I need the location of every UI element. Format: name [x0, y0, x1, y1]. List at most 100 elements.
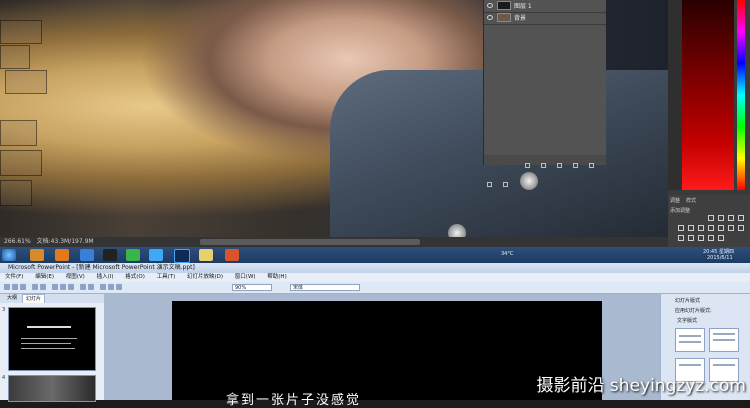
zoom-select[interactable]: 90% [232, 284, 272, 291]
menu-insert[interactable]: 插入(I) [97, 274, 114, 280]
slide-number: 4 [2, 375, 6, 381]
layers-footer [484, 155, 606, 187]
table-icon[interactable] [108, 284, 114, 290]
brick [0, 45, 30, 69]
save-icon[interactable] [20, 284, 26, 290]
system-tray: 34°C 20:45 星期四 2015/6/11 [455, 247, 750, 263]
link-icon[interactable] [525, 163, 530, 168]
app-icon[interactable] [149, 249, 163, 261]
exposure-icon[interactable] [738, 215, 744, 221]
menu-view[interactable]: 视图(V) [66, 274, 85, 280]
new-icon[interactable] [4, 284, 10, 290]
layout-thumbnail[interactable] [709, 328, 739, 352]
tab-adjustments[interactable]: 调整 [670, 197, 680, 204]
clock-date[interactable]: 2015/6/11 [707, 255, 733, 261]
menu-tools[interactable]: 工具(T) [157, 274, 176, 280]
app-icon[interactable] [30, 249, 44, 261]
hue-slider[interactable] [737, 0, 745, 190]
task-pane-title: 幻灯片版式 [675, 298, 701, 304]
eye-icon[interactable] [487, 15, 493, 20]
menu-file[interactable]: 文件(F) [5, 274, 23, 280]
color-field[interactable] [682, 0, 734, 190]
menu-window[interactable]: 窗口(W) [235, 274, 256, 280]
grid-icon[interactable] [116, 284, 122, 290]
cut-icon[interactable] [52, 284, 58, 290]
gradient-map-icon[interactable] [708, 235, 714, 241]
vibrance-icon[interactable] [678, 225, 684, 231]
powerpoint-window: Microsoft PowerPoint - [新建 Microsoft Pow… [0, 263, 750, 408]
layer-name: 背景 [514, 15, 527, 22]
preview-icon[interactable] [40, 284, 46, 290]
photoshop-icon[interactable] [174, 249, 190, 263]
font-select[interactable]: 宋体 [290, 284, 360, 291]
menu-slideshow[interactable]: 幻灯片放映(D) [187, 274, 223, 280]
hue-sat-icon[interactable] [688, 225, 694, 231]
layers-panel: 图层 1 背景 [483, 0, 606, 187]
threshold-icon[interactable] [698, 235, 704, 241]
chart-icon[interactable] [100, 284, 106, 290]
bw-icon[interactable] [708, 225, 714, 231]
lookup-icon[interactable] [738, 225, 744, 231]
layer-name: 图层 1 [514, 3, 532, 10]
zoom-readout: 266.61% [4, 238, 31, 245]
redo-icon[interactable] [88, 284, 94, 290]
layout-thumbnail[interactable] [675, 328, 705, 352]
horizontal-scrollbar[interactable] [200, 239, 420, 245]
fx-icon[interactable] [541, 163, 547, 168]
channel-mixer-icon[interactable] [728, 225, 734, 231]
curves-icon[interactable] [728, 215, 734, 221]
apply-layout-label: 应用幻灯片版式: [675, 308, 712, 314]
menu-format[interactable]: 格式(O) [125, 274, 145, 280]
brightness-icon[interactable] [708, 215, 714, 221]
browser-icon[interactable] [126, 249, 140, 261]
jacket-button [448, 224, 466, 237]
tab-outline[interactable]: 大纲 [4, 294, 20, 303]
adjustment-icon[interactable] [573, 163, 579, 168]
brick [0, 20, 42, 44]
color-balance-icon[interactable] [698, 225, 704, 231]
slide-text[interactable]: 拿到一张片子没感觉 [226, 389, 361, 408]
undo-icon[interactable] [80, 284, 86, 290]
tab-styles[interactable]: 样式 [686, 197, 696, 204]
brick [0, 150, 42, 176]
powerpoint-icon[interactable] [225, 249, 239, 261]
selective-color-icon[interactable] [718, 235, 724, 241]
posterize-icon[interactable] [688, 235, 694, 241]
watermark: 摄影前沿 sheyingzyz.com [536, 376, 746, 396]
start-button[interactable] [2, 249, 16, 261]
slide-thumbnail[interactable] [8, 307, 96, 371]
window-title: Microsoft PowerPoint - [新建 Microsoft Pow… [8, 264, 195, 271]
bridge-icon[interactable] [55, 249, 69, 261]
eye-icon[interactable] [487, 3, 493, 8]
doc-info: 文档:43.3M/197.9M [36, 238, 94, 245]
photo-filter-icon[interactable] [718, 225, 724, 231]
mask-icon[interactable] [557, 163, 563, 168]
folder-icon[interactable] [199, 249, 213, 261]
eye-app-icon[interactable] [103, 249, 117, 261]
layer-thumbnail [497, 13, 511, 22]
new-layer-icon[interactable] [487, 182, 492, 187]
menu-bar: 文件(F) 编辑(E) 视图(V) 插入(I) 格式(O) 工具(T) 幻灯片放… [0, 273, 750, 282]
add-adjustment-label: 添加调整 [670, 208, 691, 214]
copy-icon[interactable] [60, 284, 66, 290]
paste-icon[interactable] [68, 284, 74, 290]
slide-number: 3 [2, 307, 6, 313]
window-title-bar: Microsoft PowerPoint - [新建 Microsoft Pow… [0, 263, 750, 273]
slide-thumbnail[interactable] [8, 375, 96, 402]
brick [0, 180, 32, 206]
menu-help[interactable]: 帮助(H) [267, 274, 286, 280]
levels-icon[interactable] [718, 215, 724, 221]
folder-icon[interactable] [589, 163, 595, 168]
jacket-button [520, 172, 538, 190]
clock-time[interactable]: 20:45 星期四 [703, 248, 734, 255]
invert-icon[interactable] [678, 235, 684, 241]
adjustments-panel: 调整 样式 添加调整 [668, 195, 750, 247]
trash-icon[interactable] [503, 182, 509, 187]
open-icon[interactable] [12, 284, 18, 290]
print-icon[interactable] [32, 284, 38, 290]
slide-thumbnails: 3 4 [0, 303, 105, 402]
app-icon[interactable] [80, 249, 94, 261]
layer-row[interactable]: 背景 [484, 12, 606, 25]
panel-strip [668, 0, 682, 190]
menu-edit[interactable]: 编辑(E) [35, 274, 54, 280]
